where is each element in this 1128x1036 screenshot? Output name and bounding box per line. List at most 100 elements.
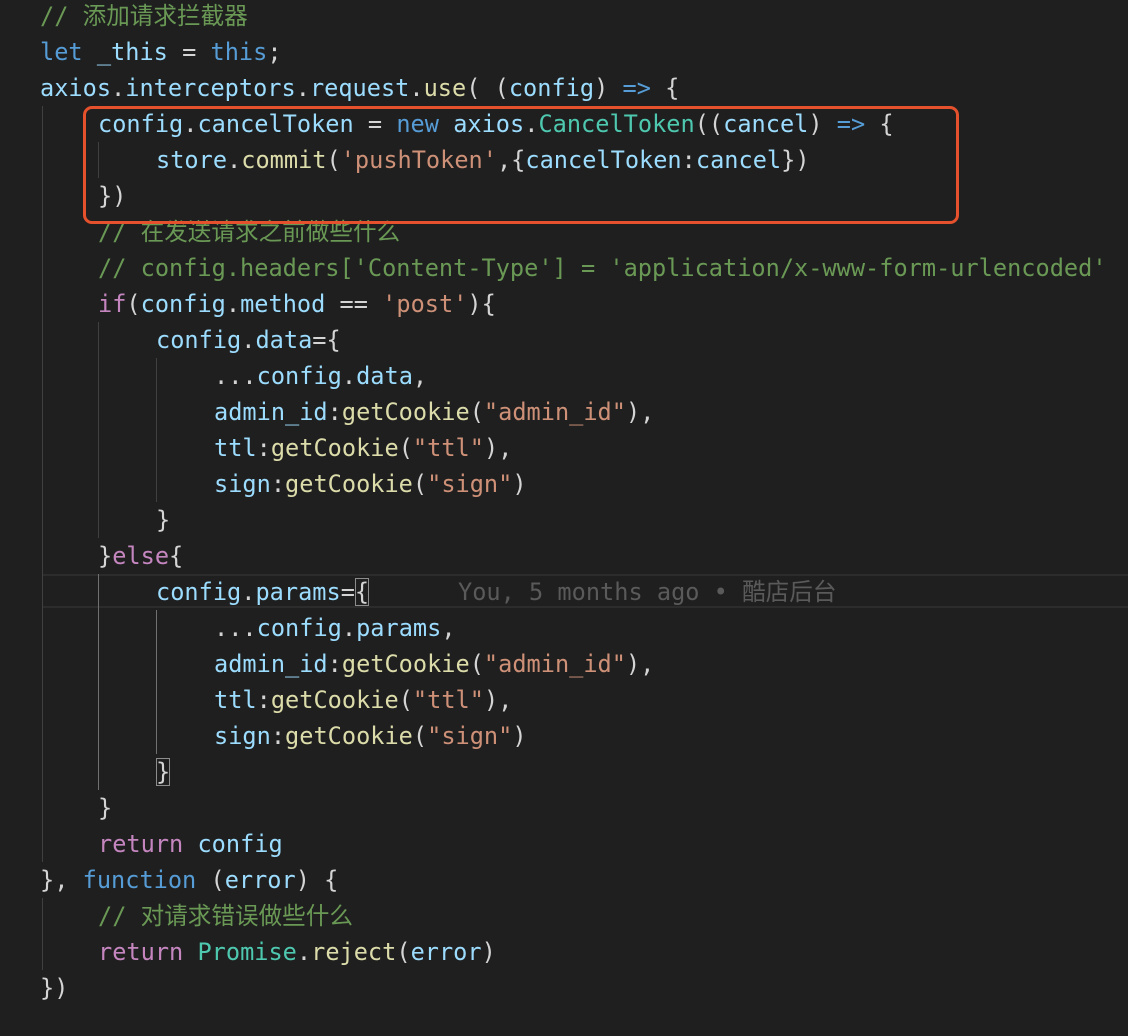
code-token: ( xyxy=(469,650,484,678)
code-line[interactable]: } xyxy=(156,754,171,790)
code-token: ... xyxy=(214,614,257,642)
code-token: ttl xyxy=(214,686,257,714)
matching-bracket: { xyxy=(354,578,370,606)
code-line[interactable]: }) xyxy=(40,970,68,1006)
code-token: ( ( xyxy=(466,74,509,102)
code-line[interactable]: ...config.params, xyxy=(214,610,456,646)
code-editor[interactable]: // 添加请求拦截器 let _this = this; axios.interce… xyxy=(0,0,1128,1036)
code-token: request xyxy=(309,74,410,102)
code-token: config xyxy=(197,830,283,858)
code-token: ), xyxy=(483,686,513,714)
code-token: _this xyxy=(96,38,168,66)
code-token: sign xyxy=(214,722,271,750)
code-token: getCookie xyxy=(270,686,399,714)
code-token: . xyxy=(225,290,241,318)
code-token: if xyxy=(98,290,127,318)
code-line[interactable]: config.params={ xyxy=(156,574,370,610)
code-token: . xyxy=(341,362,357,390)
code-line[interactable]: ttl:getCookie("ttl"), xyxy=(214,430,512,466)
code-line[interactable]: ...config.data, xyxy=(214,358,427,394)
code-line[interactable]: // 添加请求拦截器 xyxy=(40,0,248,34)
code-token: }, xyxy=(40,866,83,894)
code-token: ) xyxy=(594,74,623,102)
code-token: let xyxy=(40,38,83,66)
code-line[interactable]: sign:getCookie("sign") xyxy=(214,718,527,754)
code-token: // 对请求错误做些什么 xyxy=(98,902,353,930)
code-token: params xyxy=(255,578,341,606)
code-line[interactable]: return config xyxy=(98,826,283,862)
code-token: : xyxy=(256,434,271,462)
annotation-highlight-box xyxy=(83,106,959,224)
code-token: => xyxy=(622,74,651,102)
code-token: "sign" xyxy=(427,470,513,498)
code-token: error xyxy=(410,938,482,966)
code-line[interactable]: // 对请求错误做些什么 xyxy=(98,898,353,934)
code-line[interactable]: }, function (error) { xyxy=(40,862,338,898)
code-token: else xyxy=(112,542,170,570)
code-token: ( xyxy=(412,470,428,498)
code-token: axios xyxy=(40,74,112,102)
code-token: config xyxy=(140,290,226,318)
code-token: . xyxy=(241,326,256,354)
code-token: "sign" xyxy=(427,722,513,750)
code-line[interactable]: }else{ xyxy=(98,538,183,574)
code-token: getCookie xyxy=(270,434,399,462)
code-token: ... xyxy=(214,362,257,390)
code-line[interactable]: } xyxy=(156,502,170,538)
code-line[interactable]: sign:getCookie("sign") xyxy=(214,466,527,502)
indent-guide xyxy=(98,322,99,538)
code-token: = xyxy=(340,578,355,606)
code-token: interceptors xyxy=(125,74,296,102)
code-token: getCookie xyxy=(285,470,413,498)
indent-guide xyxy=(42,106,43,862)
code-line[interactable]: if(config.method == 'post'){ xyxy=(98,286,496,322)
code-token: ( xyxy=(396,938,411,966)
code-line[interactable]: ttl:getCookie("ttl"), xyxy=(214,682,512,718)
code-token: ( xyxy=(126,290,141,318)
code-token: ) { xyxy=(295,866,339,894)
indent-guide xyxy=(156,358,157,502)
code-token: sign xyxy=(214,470,271,498)
code-line[interactable]: return Promise.reject(error) xyxy=(98,934,496,970)
code-line[interactable]: } xyxy=(98,790,112,826)
code-token: , xyxy=(441,614,456,642)
code-line[interactable]: // config.headers['Content-Type'] = 'app… xyxy=(98,250,1107,286)
code-token: // config.headers['Content-Type'] = 'app… xyxy=(98,254,1107,282)
code-token: "ttl" xyxy=(412,434,484,462)
code-token: ttl xyxy=(214,434,257,462)
code-token: "admin_id" xyxy=(483,398,626,426)
code-token: == xyxy=(325,290,383,318)
code-line[interactable]: let _this = this; xyxy=(40,34,282,70)
code-token: ; xyxy=(267,38,282,66)
code-token: error xyxy=(224,866,296,894)
code-token: data xyxy=(356,362,413,390)
code-line[interactable]: admin_id:getCookie("admin_id"), xyxy=(214,394,654,430)
code-token: : xyxy=(270,722,286,750)
code-token: : xyxy=(270,470,286,498)
code-token: data xyxy=(255,326,313,354)
code-token: ={ xyxy=(312,326,341,354)
code-token: . xyxy=(341,614,357,642)
code-token: ( xyxy=(412,722,428,750)
code-token: use xyxy=(423,74,467,102)
code-token: ){ xyxy=(467,290,496,318)
code-line[interactable]: config.data={ xyxy=(156,322,341,358)
code-token: method xyxy=(240,290,326,318)
code-token: . xyxy=(295,74,310,102)
code-token: ( xyxy=(196,866,225,894)
code-token: 'post' xyxy=(382,290,468,318)
code-line[interactable]: axios.interceptors.request.use( (config)… xyxy=(40,70,679,106)
code-token: "ttl" xyxy=(412,686,484,714)
code-token: : xyxy=(256,686,271,714)
code-token: config xyxy=(156,326,242,354)
code-token: ), xyxy=(625,650,655,678)
git-blame-annotation: You, 5 months ago • 酷店后台 xyxy=(458,578,837,606)
code-line[interactable]: admin_id:getCookie("admin_id"), xyxy=(214,646,654,682)
code-token: Promise xyxy=(197,938,297,966)
code-token: admin_id xyxy=(214,398,328,426)
code-token: function xyxy=(82,866,197,894)
code-token: admin_id xyxy=(214,650,328,678)
code-token: . xyxy=(296,938,312,966)
